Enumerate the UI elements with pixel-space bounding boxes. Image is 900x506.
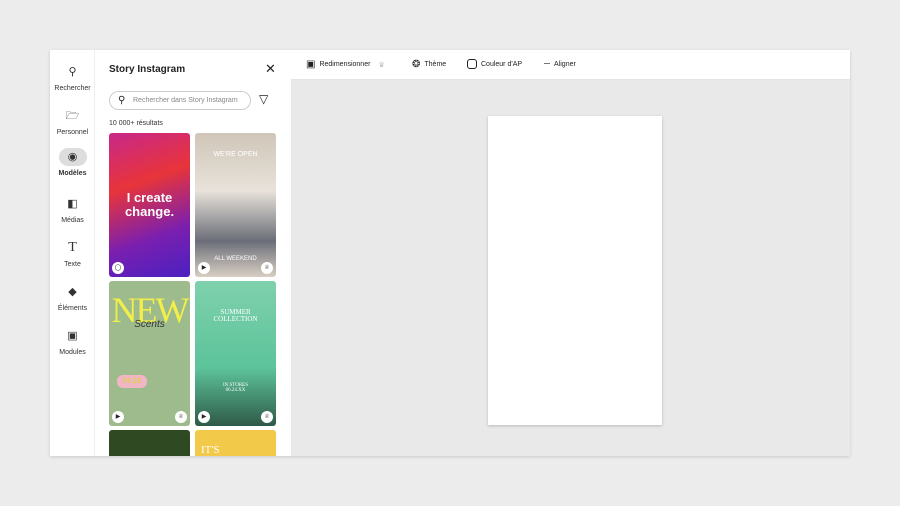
template-card[interactable]: SUMMER COLLECTION IN STORES 06.24.XX ▶ ♕ (195, 281, 276, 426)
template-text: ALL WEEKEND (214, 256, 257, 262)
template-card[interactable]: WE'RE OPEN ALL WEEKEND ▶ ♕ (195, 133, 276, 277)
folder-icon: 🗁 (65, 110, 80, 122)
filter-icon[interactable]: ▽ (259, 92, 268, 106)
template-text: COLLECTION (213, 315, 258, 323)
panel-title: Story Instagram (109, 64, 186, 75)
template-text: IT'S (201, 444, 220, 456)
left-rail: ⚲ Rechercher 🗁 Personnel ◉ Modèles ◧ Médias … (50, 50, 95, 456)
rail-item-templates[interactable]: ◉ Modèles (50, 148, 95, 177)
resize-button[interactable]: ▣ Redimensionner ♕ (306, 59, 385, 70)
background-color-button[interactable]: Couleur d'AP (467, 59, 522, 69)
template-text: WE'RE OPEN (213, 151, 258, 158)
rail-item-media[interactable]: ◧ Médias (50, 195, 95, 224)
elements-icon: ◆ (68, 286, 77, 298)
search-icon: ⚲ (118, 95, 126, 106)
template-card[interactable]: I create change. ◯ (109, 133, 190, 277)
search-input[interactable]: ⚲ Rechercher dans Story Instagram (109, 91, 251, 110)
modules-icon: ▣ (67, 330, 78, 342)
rail-item-text[interactable]: T Texte (50, 239, 95, 268)
media-icon: ◧ (67, 198, 78, 210)
rail-item-modules[interactable]: ▣ Modules (50, 327, 95, 356)
crown-icon: ♕ (261, 262, 273, 274)
rail-item-elements[interactable]: ◆ Éléments (50, 283, 95, 312)
template-text: I create (126, 190, 173, 205)
templates-panel: Story Instagram ✕ ⚲ Rechercher dans Story… (95, 50, 291, 456)
play-icon: ▶ (198, 411, 210, 423)
template-card[interactable] (109, 430, 190, 456)
toolbar: ▣ Redimensionner ♕ ❂ Thème Couleur d'AP ┄ Al… (291, 50, 850, 80)
results-count: 10 000+ résultats (109, 120, 163, 127)
play-icon: ▶ (198, 262, 210, 274)
template-text: 06.24.XX (225, 388, 246, 393)
premium-icon: ◯ (112, 262, 124, 274)
crown-icon: ♕ (378, 61, 385, 69)
palette-icon: ❂ (412, 59, 421, 70)
align-icon: ┄ (544, 59, 551, 70)
template-card[interactable]: IT'S (195, 430, 276, 456)
close-icon[interactable]: ✕ (265, 61, 276, 77)
play-icon: ▶ (112, 411, 124, 423)
text-icon: T (68, 240, 77, 255)
crown-icon: ♕ (261, 411, 273, 423)
align-button[interactable]: ┄ Aligner (544, 59, 576, 70)
template-text: 07.23 (117, 375, 147, 388)
app-window: ⚲ Rechercher 🗁 Personnel ◉ Modèles ◧ Médias … (50, 50, 850, 456)
rail-item-personal[interactable]: 🗁 Personnel (50, 107, 95, 136)
search-icon: ⚲ (68, 66, 77, 78)
templates-icon: ◉ (58, 148, 87, 166)
template-card[interactable]: NEW Scents 07.23 ▶ ♕ (109, 281, 190, 426)
design-page[interactable] (488, 116, 662, 425)
template-text: change. (124, 204, 175, 219)
rail-item-search[interactable]: ⚲ Rechercher (50, 63, 95, 92)
theme-button[interactable]: ❂ Thème (412, 59, 446, 70)
crown-icon: ♕ (175, 411, 187, 423)
color-swatch-icon (467, 59, 477, 69)
resize-icon: ▣ (306, 59, 316, 70)
